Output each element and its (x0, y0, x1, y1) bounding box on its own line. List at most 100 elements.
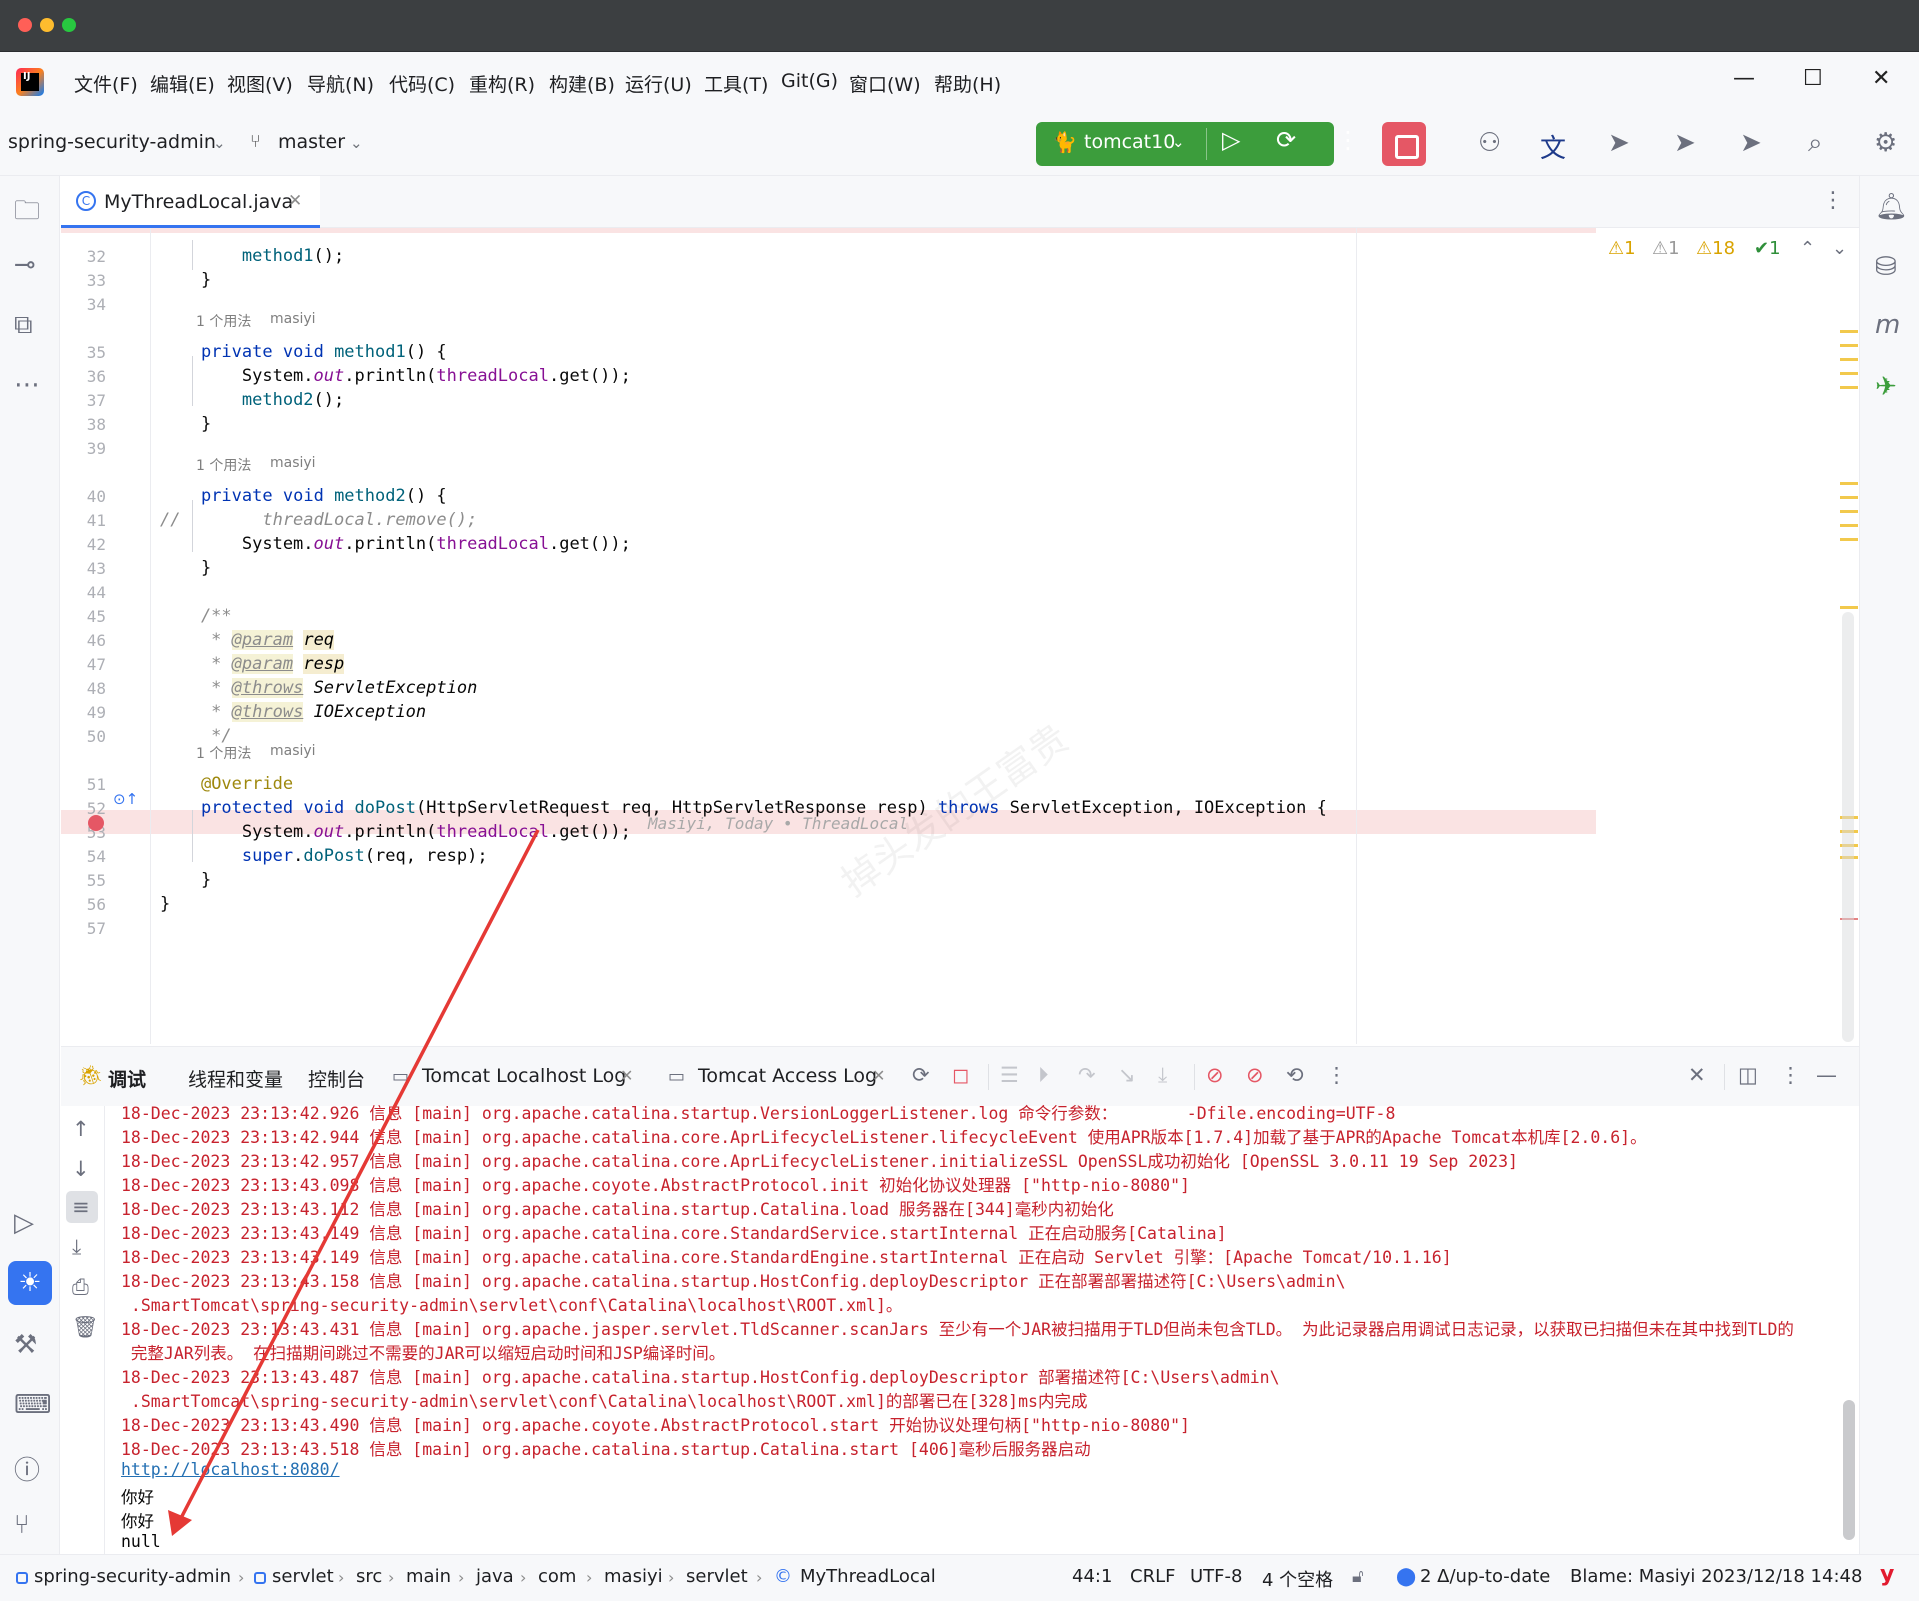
scroll-up-icon[interactable]: ↑ (72, 1117, 90, 1141)
more-options-icon[interactable]: ⋮ (1326, 1063, 1347, 1087)
rerun-icon[interactable]: ⟳ (912, 1063, 930, 1087)
code-line[interactable]: System.out.println(threadLocal.get()); (160, 534, 631, 554)
restore-layout-icon[interactable]: ⟲ (1286, 1063, 1304, 1087)
breadcrumb-item[interactable]: spring-security-admin (34, 1566, 231, 1587)
line-number[interactable]: 52 (72, 799, 106, 818)
code-line[interactable]: * @throws ServletException (160, 678, 477, 698)
line-number[interactable]: 32 (72, 247, 106, 266)
author-hint[interactable]: masiyi (270, 455, 316, 471)
soft-wrap-icon[interactable]: ≡ (72, 1195, 90, 1219)
line-number[interactable]: 51 (72, 775, 106, 794)
close-panel-icon[interactable]: ✕ (1688, 1063, 1706, 1087)
maximize-icon[interactable]: ☐ (1803, 66, 1823, 91)
build-hammer-icon[interactable]: ⚒ (14, 1330, 37, 1360)
code-line[interactable]: method1(); (160, 246, 344, 266)
tab-tomcat-access-log[interactable]: Tomcat Access Log (698, 1065, 877, 1087)
run-icon[interactable]: ▷ (1222, 126, 1240, 154)
blame-info[interactable]: Blame: Masiyi 2023/12/18 14:48 (1570, 1566, 1862, 1587)
minimize-icon[interactable]: — (1733, 66, 1755, 91)
breadcrumb-item[interactable]: MyThreadLocal (800, 1566, 936, 1587)
file-encoding[interactable]: UTF-8 (1190, 1566, 1242, 1587)
search-icon[interactable]: ⌕ (1808, 128, 1823, 159)
menu-item[interactable]: 导航(N) (307, 70, 374, 97)
tab-tomcat-localhost-log[interactable]: Tomcat Localhost Log (422, 1065, 626, 1087)
code-line[interactable]: @Override (160, 774, 293, 794)
notifications-bell-icon[interactable]: 🔔︎ (1875, 192, 1908, 222)
code-line[interactable]: private void method1() { (160, 342, 447, 362)
jrebel-icon[interactable]: ✈ (1875, 372, 1897, 402)
line-number[interactable]: 37 (72, 391, 106, 410)
line-number[interactable]: 42 (72, 535, 106, 554)
read-only-lock-icon[interactable]: 🔓︎ (1352, 1566, 1364, 1587)
line-number[interactable]: 49 (72, 703, 106, 722)
menu-item[interactable]: 编辑(E) (150, 70, 215, 97)
zoom-window-button[interactable] (62, 18, 76, 32)
editor-scrollbar[interactable] (1842, 612, 1854, 1042)
code-line[interactable]: method2(); (160, 390, 344, 410)
tab-close-icon[interactable]: ✕ (288, 191, 302, 211)
menu-item[interactable]: 视图(V) (227, 70, 293, 97)
menu-item[interactable]: 帮助(H) (934, 70, 1001, 97)
database-icon[interactable]: ⛁ (1875, 252, 1897, 282)
menu-item[interactable]: 重构(R) (469, 70, 535, 97)
code-line[interactable]: * @throws IOException (160, 702, 426, 722)
close-window-button[interactable] (18, 18, 32, 32)
services-icon[interactable]: ▷ (14, 1208, 34, 1238)
code-line[interactable]: } (160, 558, 211, 578)
debug-tool-icon[interactable]: ☀ (8, 1261, 52, 1305)
menu-item[interactable]: 窗口(W) (849, 70, 921, 97)
more-tools-icon[interactable]: ⋯ (14, 370, 40, 400)
warning-icon[interactable]: ⚠1 (1608, 238, 1636, 259)
line-separator[interactable]: CRLF (1130, 1566, 1175, 1587)
weak-warning-icon[interactable]: ⚠1 (1652, 238, 1680, 259)
line-number[interactable]: 39 (72, 439, 106, 458)
add-user-icon[interactable]: ⚇ (1478, 128, 1501, 158)
author-hint[interactable]: masiyi (270, 743, 316, 759)
more-run-options-icon[interactable]: ⋮ (1336, 126, 1360, 154)
step-over-icon[interactable]: ↷ (1078, 1063, 1096, 1087)
line-number[interactable]: 33 (72, 271, 106, 290)
breadcrumb-item[interactable]: main (406, 1566, 451, 1587)
line-number[interactable]: 48 (72, 679, 106, 698)
chevron-down-icon[interactable]: ⌄ (213, 134, 226, 152)
next-highlight-icon[interactable]: ⌄ (1832, 238, 1847, 259)
usage-hint[interactable]: 1 个用法 (196, 455, 251, 475)
clear-breakpoints-icon[interactable]: ⊘ (1246, 1063, 1264, 1087)
menu-item[interactable]: 工具(T) (704, 70, 768, 97)
line-number[interactable]: 45 (72, 607, 106, 626)
close-tab-icon[interactable]: ✕ (620, 1066, 633, 1085)
code-line[interactable]: super.doPost(req, resp); (160, 846, 488, 866)
code-line[interactable]: } (160, 414, 211, 434)
line-number[interactable]: 47 (72, 655, 106, 674)
print-icon[interactable]: ⎙ (72, 1275, 89, 1300)
mute-breakpoints-icon[interactable]: ⊘ (1206, 1063, 1224, 1087)
resume-icon[interactable]: ⏵ (1038, 1063, 1049, 1088)
line-number[interactable]: 40 (72, 487, 106, 506)
line-number[interactable]: 44 (72, 583, 106, 602)
prev-highlight-icon[interactable]: ⌃ (1800, 238, 1815, 259)
menu-item[interactable]: 代码(C) (389, 70, 455, 97)
scroll-to-end-icon[interactable]: ⤓ (72, 1235, 81, 1260)
line-number[interactable]: 41 (72, 511, 106, 530)
line-number[interactable]: 36 (72, 367, 106, 386)
code-line[interactable]: private void method2() { (160, 486, 447, 506)
structure-icon[interactable]: ⧉ (14, 310, 33, 341)
terminal-icon[interactable]: ⌨ (14, 1390, 52, 1420)
usage-hint[interactable]: 1 个用法 (196, 311, 251, 331)
menu-item[interactable]: Git(G) (781, 70, 838, 92)
commit-icon[interactable]: ⊸ (14, 250, 36, 280)
line-number[interactable]: 55 (72, 871, 106, 890)
code-line[interactable]: } (160, 870, 211, 890)
line-number[interactable]: 35 (72, 343, 106, 362)
rerun-debug-icon[interactable]: ⟳ (1276, 126, 1296, 154)
chevron-down-icon[interactable]: ⌄ (1172, 133, 1185, 151)
breadcrumb-item[interactable]: java (476, 1566, 514, 1587)
line-number[interactable]: 38 (72, 415, 106, 434)
close-icon[interactable]: ✕ (1872, 66, 1890, 91)
typo-warning-icon[interactable]: ⚠18 (1696, 238, 1735, 259)
step-out-icon[interactable]: ⤓ (1158, 1063, 1167, 1088)
code-line[interactable]: System.out.println(threadLocal.get()); (160, 366, 631, 386)
stop-button[interactable] (1382, 122, 1426, 166)
youdao-icon[interactable]: y (1880, 1562, 1894, 1587)
deploy-config-icon[interactable]: ➤ (1674, 128, 1696, 158)
